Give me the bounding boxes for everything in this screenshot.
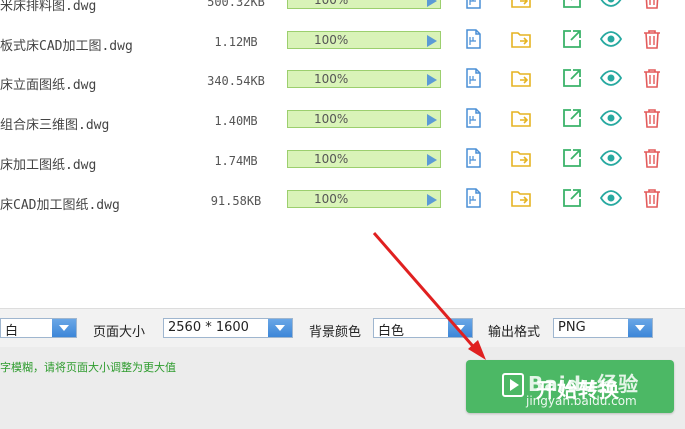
hint-text: 字模糊，请将页面大小调整为更大值 (0, 361, 176, 374)
document-icon[interactable] (462, 147, 484, 169)
progress-label: 100% (314, 152, 349, 166)
document-icon[interactable] (462, 107, 484, 129)
open-external-icon[interactable] (561, 0, 583, 10)
trash-icon[interactable] (641, 107, 663, 129)
eye-icon[interactable] (600, 67, 622, 89)
eye-icon[interactable] (600, 107, 622, 129)
open-external-icon[interactable] (561, 67, 583, 89)
progress-label: 100% (314, 112, 349, 126)
play-arrow-icon[interactable] (427, 35, 437, 47)
eye-icon[interactable] (600, 0, 622, 10)
trash-icon[interactable] (641, 28, 663, 50)
play-arrow-icon[interactable] (427, 154, 437, 166)
document-icon[interactable] (462, 0, 484, 10)
page-size-label: 页面大小 (93, 325, 146, 340)
first-select-value: 白 (5, 324, 19, 339)
bg-color-select[interactable]: 白色 (373, 318, 473, 339)
settings-bar: 白 页面大小 2560 * 1600 背景颜色 白色 输出格式 PNG (0, 308, 685, 348)
progress-fill (288, 111, 440, 127)
bg-color-value: 白色 (378, 324, 405, 339)
play-arrow-icon[interactable] (427, 0, 437, 7)
output-format-select[interactable]: PNG (553, 318, 653, 338)
progress-bar: 100% (287, 150, 441, 168)
progress-bar: 100% (287, 110, 441, 128)
progress-bar: 100% (287, 190, 441, 208)
play-arrow-icon[interactable] (427, 74, 437, 86)
file-row: 床加工图纸.dwg 1.74MB 100% (0, 144, 685, 184)
file-size: 500.32KB (207, 0, 265, 9)
output-format-label: 输出格式 (488, 325, 541, 340)
progress-fill (288, 151, 440, 167)
file-size: 1.40MB (214, 114, 258, 128)
open-external-icon[interactable] (561, 187, 583, 209)
file-size: 340.54KB (207, 74, 265, 88)
file-row: 床CAD加工图纸.dwg 91.58KB 100% (0, 184, 685, 224)
folder-icon[interactable] (510, 187, 532, 209)
open-external-icon[interactable] (561, 147, 583, 169)
file-size: 1.12MB (214, 35, 258, 49)
folder-icon[interactable] (510, 107, 532, 129)
progress-bar: 100% (287, 0, 441, 9)
file-row: 米床排料图.dwg 500.32KB 100% (0, 0, 685, 25)
file-size: 91.58KB (210, 194, 262, 208)
file-name: 床CAD加工图纸.dwg (0, 198, 120, 213)
file-name: 板式床CAD加工图.dwg (0, 39, 133, 54)
file-name: 床加工图纸.dwg (0, 158, 97, 173)
progress-label: 100% (314, 0, 349, 7)
file-name: 组合床三维图.dwg (0, 118, 110, 133)
trash-icon[interactable] (641, 0, 663, 10)
eye-icon[interactable] (600, 28, 622, 50)
progress-fill (288, 71, 440, 87)
chevron-down-icon[interactable] (52, 319, 76, 337)
file-row: 床立面图纸.dwg 340.54KB 100% (0, 64, 685, 104)
file-row: 板式床CAD加工图.dwg 1.12MB 100% (0, 25, 685, 65)
page-size-value: 2560 * 1600 (168, 320, 249, 335)
progress-label: 100% (314, 33, 349, 47)
chevron-down-icon[interactable] (268, 319, 292, 337)
page-size-select[interactable]: 2560 * 1600 (163, 318, 293, 338)
bg-color-label: 背景颜色 (309, 325, 362, 340)
chevron-down-icon[interactable] (628, 319, 652, 337)
file-row: 组合床三维图.dwg 1.40MB 100% (0, 104, 685, 144)
file-name: 床立面图纸.dwg (0, 78, 97, 93)
progress-fill (288, 32, 440, 48)
file-list: 米床排料图.dwg 500.32KB 100% 板式床CAD加工图.dwg 1.12MB… (0, 0, 685, 230)
progress-fill (288, 191, 440, 207)
document-icon[interactable] (462, 28, 484, 50)
output-format-value: PNG (558, 320, 586, 335)
open-external-icon[interactable] (561, 107, 583, 129)
file-size: 1.74MB (214, 154, 258, 168)
trash-icon[interactable] (641, 67, 663, 89)
folder-icon[interactable] (510, 147, 532, 169)
eye-icon[interactable] (600, 187, 622, 209)
document-icon[interactable] (462, 67, 484, 89)
trash-icon[interactable] (641, 187, 663, 209)
progress-label: 100% (314, 192, 349, 206)
document-icon[interactable] (462, 187, 484, 209)
watermark: Baidu经验 jingyan.baidu.com (518, 368, 678, 412)
progress-bar: 100% (287, 70, 441, 88)
folder-icon[interactable] (510, 0, 532, 10)
eye-icon[interactable] (600, 147, 622, 169)
trash-icon[interactable] (641, 147, 663, 169)
chevron-down-icon[interactable] (448, 319, 472, 337)
watermark-title: Baidu经验 (528, 372, 640, 396)
folder-icon[interactable] (510, 28, 532, 50)
first-select[interactable]: 白 (0, 318, 77, 339)
progress-label: 100% (314, 72, 349, 86)
file-name: 米床排料图.dwg (0, 0, 97, 14)
progress-bar: 100% (287, 31, 441, 49)
open-external-icon[interactable] (561, 28, 583, 50)
progress-fill (288, 0, 440, 8)
play-arrow-icon[interactable] (427, 114, 437, 126)
play-arrow-icon[interactable] (427, 194, 437, 206)
watermark-url: jingyan.baidu.com (526, 394, 637, 408)
folder-icon[interactable] (510, 67, 532, 89)
